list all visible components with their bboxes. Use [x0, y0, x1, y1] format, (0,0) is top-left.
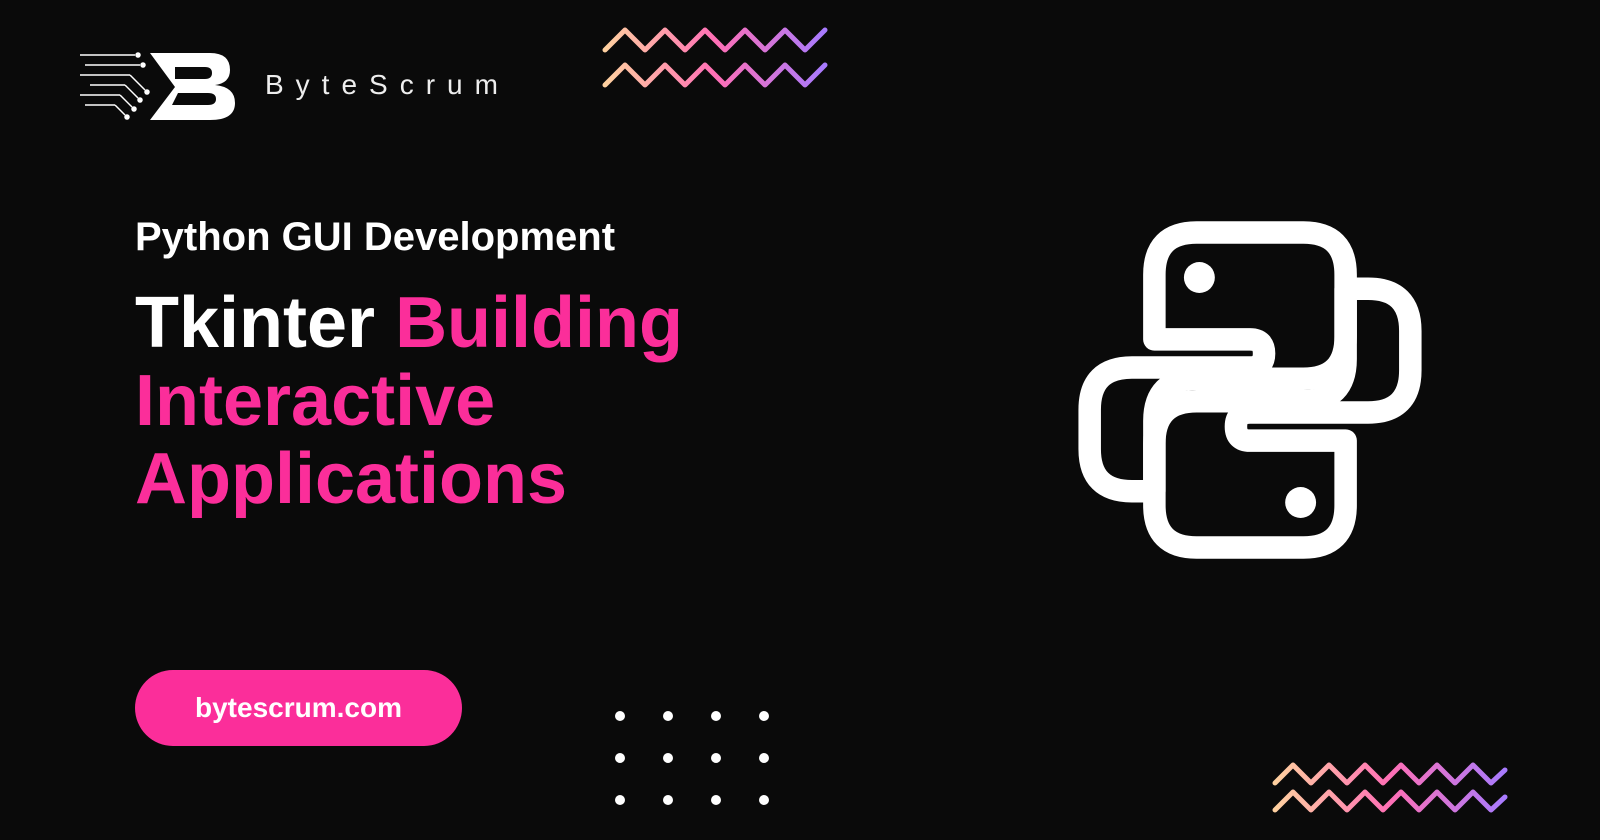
dot [615, 711, 625, 721]
hero-headline: Tkinter Building Interactive Application… [135, 285, 683, 518]
cta-button[interactable]: bytescrum.com [135, 670, 462, 746]
python-eye-top [1184, 262, 1215, 293]
dot [711, 753, 721, 763]
dot [615, 753, 625, 763]
headline-word-tkinter: Tkinter [135, 283, 375, 363]
dot [663, 711, 673, 721]
dot [663, 795, 673, 805]
dot [615, 795, 625, 805]
hero-subtitle: Python GUI Development [135, 215, 615, 260]
headline-word-building: Building [395, 283, 683, 363]
dot [759, 711, 769, 721]
headline-word-applications: Applications [135, 439, 567, 519]
python-eye-bottom [1285, 487, 1316, 518]
dot-grid-decoration [615, 711, 769, 805]
dot [711, 711, 721, 721]
python-icon [1070, 210, 1430, 570]
brand-name: ByteScrum [265, 69, 510, 101]
dot [759, 753, 769, 763]
brand-logo-block: ByteScrum [80, 45, 510, 125]
bytescrum-logo-icon [80, 45, 240, 125]
zigzag-decoration-bottom [1270, 760, 1510, 815]
headline-word-interactive: Interactive [135, 361, 495, 441]
dot [759, 795, 769, 805]
dot [663, 753, 673, 763]
dot [711, 795, 721, 805]
zigzag-decoration-top [600, 25, 830, 95]
